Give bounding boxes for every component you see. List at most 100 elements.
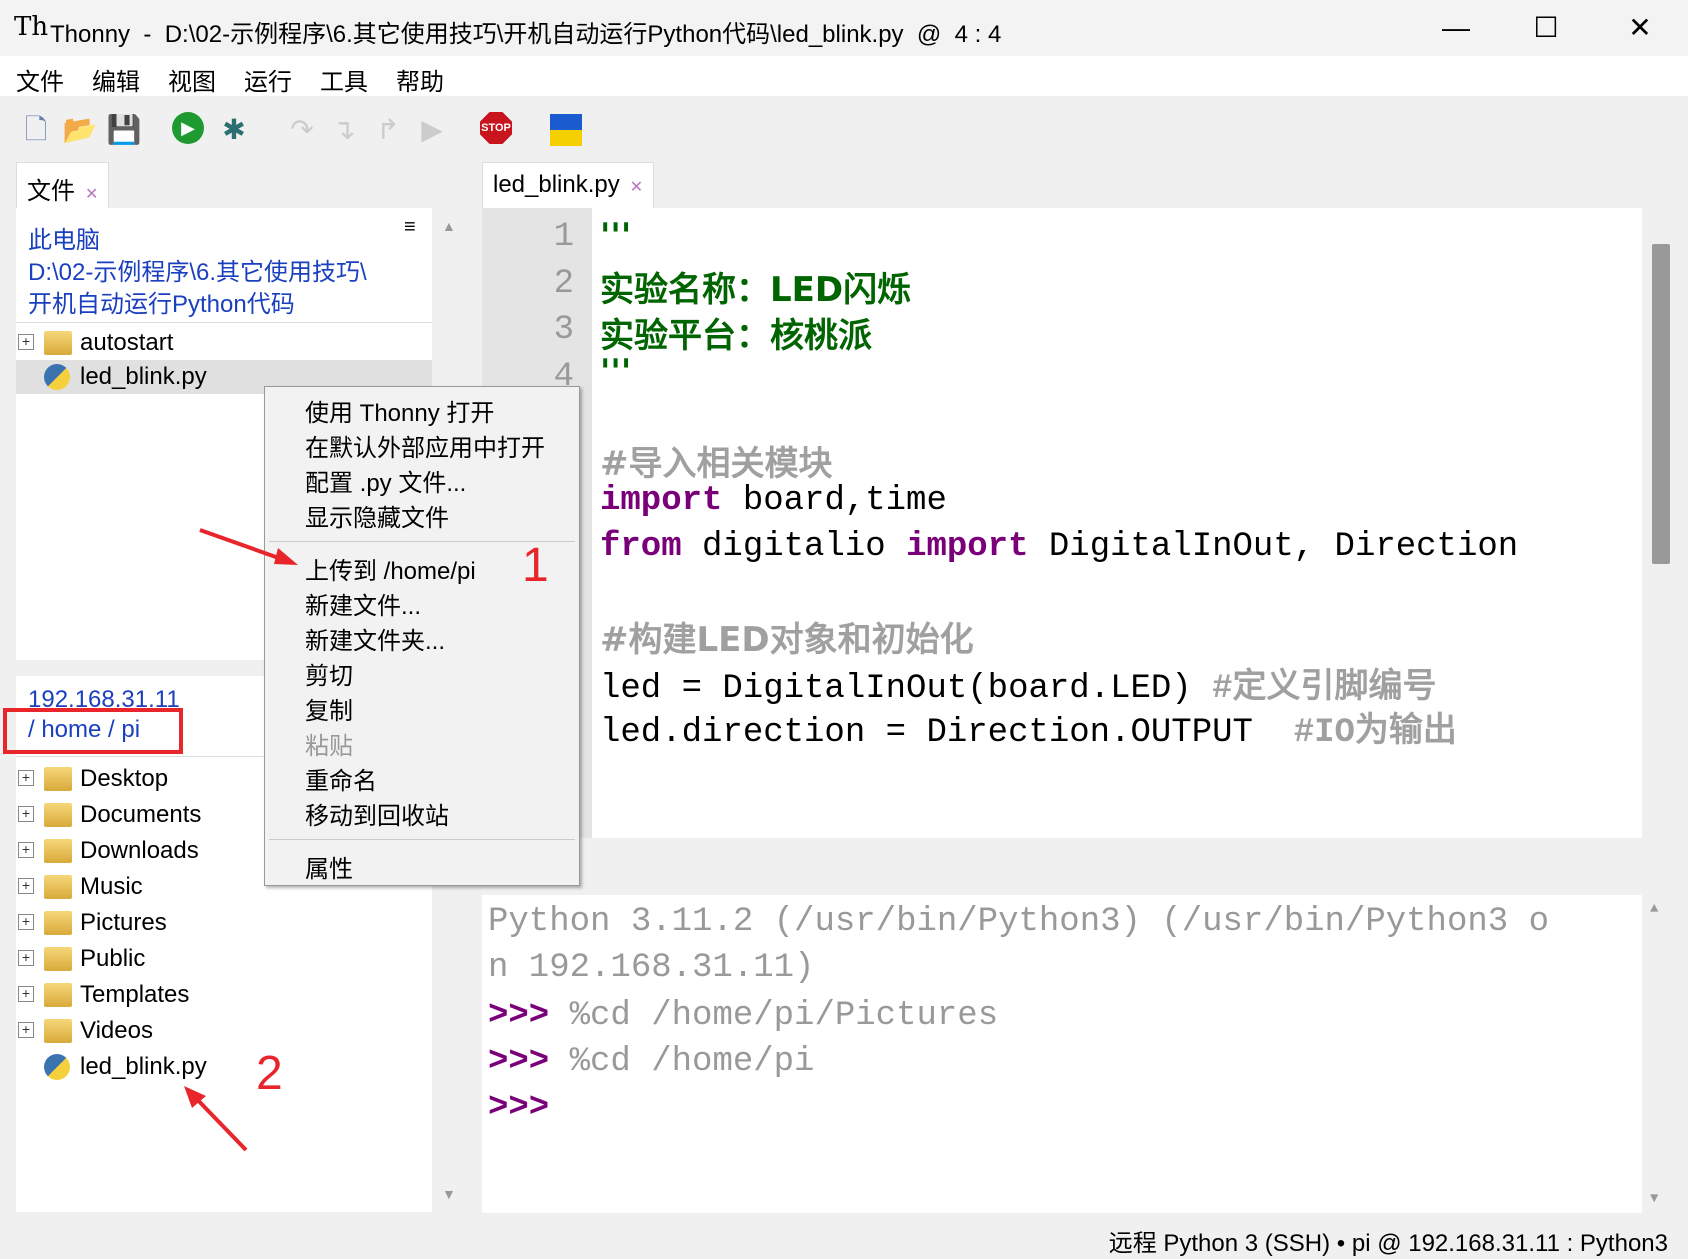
annotation-arrow-2 bbox=[184, 1086, 248, 1152]
expand-icon[interactable]: + bbox=[18, 986, 34, 1002]
panel-menu-icon[interactable]: ≡ bbox=[404, 216, 416, 239]
status-text[interactable]: 远程 Python 3 (SSH) • pi @ 192.168.31.11 :… bbox=[1109, 1223, 1668, 1258]
shell-output: Python 3.11.2 (/usr/bin/Python3) (/usr/b… bbox=[488, 903, 1549, 941]
menu-view[interactable]: 视图 bbox=[168, 62, 216, 97]
item-label: Music bbox=[80, 873, 143, 900]
code-comment: #构建LED对象和初始化 bbox=[600, 620, 974, 660]
python-file-icon bbox=[44, 1054, 70, 1080]
item-label: led_blink.py bbox=[80, 363, 207, 390]
shell-command: %cd /home/pi/Pictures bbox=[549, 997, 999, 1035]
maximize-button[interactable]: ☐ bbox=[1516, 8, 1576, 48]
close-button[interactable]: ✕ bbox=[1610, 8, 1670, 48]
shell-scrollbar[interactable]: ▲ ▼ bbox=[1642, 895, 1672, 1213]
shell-prompt[interactable]: >>> bbox=[488, 1089, 549, 1127]
code-line: 实验平台：核桃派 bbox=[600, 316, 872, 356]
folder-icon bbox=[44, 875, 72, 899]
tree-item-autostart[interactable]: + autostart bbox=[16, 326, 432, 360]
code-line: 实验名称：LED闪烁 bbox=[600, 270, 912, 310]
step-into-icon[interactable]: ↴ bbox=[326, 112, 362, 148]
expand-icon[interactable]: + bbox=[18, 842, 34, 858]
line-number: 1 bbox=[553, 218, 574, 256]
minimize-button[interactable]: — bbox=[1426, 8, 1486, 48]
menu-file[interactable]: 文件 bbox=[16, 62, 64, 97]
expand-icon[interactable]: + bbox=[18, 334, 34, 350]
menu-bar: 文件 编辑 视图 运行 工具 帮助 bbox=[0, 56, 1688, 96]
tab-led-blink[interactable]: led_blink.py ✕ bbox=[482, 162, 655, 208]
context-menu-item[interactable]: 显示隐藏文件 bbox=[305, 498, 449, 533]
thonny-logo-icon: Th bbox=[14, 12, 49, 42]
folder-icon bbox=[44, 839, 72, 863]
expand-icon[interactable]: + bbox=[18, 1022, 34, 1038]
window-title: Thonny - D:\02-示例程序\6.其它使用技巧\开机自动运行Pytho… bbox=[50, 21, 1002, 48]
folder-icon bbox=[44, 803, 72, 827]
save-icon[interactable]: 💾 bbox=[106, 112, 142, 148]
annotation-number: 1 bbox=[522, 539, 549, 592]
annotation-number: 2 bbox=[256, 1047, 283, 1100]
item-label: autostart bbox=[80, 329, 174, 356]
step-out-icon[interactable]: ↱ bbox=[370, 112, 406, 148]
expand-icon[interactable]: + bbox=[18, 878, 34, 894]
tree-item[interactable]: + Public bbox=[16, 942, 432, 976]
menu-separator bbox=[269, 839, 575, 840]
context-menu-item[interactable]: 在默认外部应用中打开 bbox=[305, 428, 545, 463]
local-path-link[interactable]: D:\02-示例程序\6.其它使用技巧\ bbox=[28, 252, 367, 287]
code-editor[interactable]: 123456789101112 ''' 实验名称：LED闪烁 实验平台：核桃派 … bbox=[482, 208, 1672, 838]
editor-scrollbar[interactable] bbox=[1642, 208, 1672, 838]
tree-item[interactable]: + Pictures bbox=[16, 906, 432, 940]
code-line: ''' bbox=[600, 352, 632, 392]
stop-icon[interactable]: STOP bbox=[480, 112, 512, 144]
step-over-icon[interactable]: ↷ bbox=[284, 112, 320, 148]
line-number: 3 bbox=[553, 311, 574, 349]
local-title-link[interactable]: 此电脑 bbox=[28, 220, 100, 255]
debug-bug-icon[interactable]: ✱ bbox=[216, 112, 252, 148]
scroll-thumb[interactable] bbox=[1652, 244, 1670, 564]
run-icon[interactable]: ▶ bbox=[172, 112, 204, 144]
folder-icon bbox=[44, 983, 72, 1007]
context-menu-item[interactable]: 复制 bbox=[305, 691, 353, 726]
item-label: Templates bbox=[80, 981, 190, 1008]
expand-icon[interactable]: + bbox=[18, 950, 34, 966]
tree-item[interactable]: led_blink.py bbox=[16, 1050, 432, 1084]
context-menu-item[interactable]: 移动到回收站 bbox=[305, 796, 449, 831]
folder-icon bbox=[44, 331, 72, 355]
code-line: led.direction = Direction.OUTPUT #IO为输出 bbox=[600, 714, 1457, 752]
context-menu-item[interactable]: 属性 bbox=[305, 849, 353, 884]
tab-files[interactable]: 文件 ✕ bbox=[16, 162, 110, 208]
menu-edit[interactable]: 编辑 bbox=[92, 62, 140, 97]
shell-panel[interactable]: Python 3.11.2 (/usr/bin/Python3) (/usr/b… bbox=[482, 895, 1672, 1213]
context-menu-item[interactable]: 重命名 bbox=[305, 761, 377, 796]
line-number: 2 bbox=[553, 264, 574, 303]
menu-run[interactable]: 运行 bbox=[244, 62, 292, 97]
item-label: Videos bbox=[80, 1017, 153, 1044]
context-menu-item[interactable]: 新建文件... bbox=[305, 586, 421, 621]
shell-command: %cd /home/pi bbox=[549, 1043, 815, 1081]
expand-icon[interactable]: + bbox=[18, 770, 34, 786]
item-label: Pictures bbox=[80, 909, 167, 936]
local-path-link[interactable]: 开机自动运行Python代码 bbox=[28, 284, 295, 319]
context-menu-item[interactable]: 上传到 /home/pi bbox=[305, 551, 476, 586]
new-file-icon[interactable]: 🗋 bbox=[18, 112, 54, 148]
context-menu-item[interactable]: 新建文件夹... bbox=[305, 621, 445, 656]
folder-icon bbox=[44, 947, 72, 971]
item-label: Desktop bbox=[80, 765, 169, 792]
tree-item[interactable]: + Templates bbox=[16, 978, 432, 1012]
context-menu-item[interactable]: 粘贴 bbox=[305, 726, 353, 761]
annotation-highlight-box bbox=[3, 708, 183, 754]
menu-help[interactable]: 帮助 bbox=[396, 62, 444, 97]
close-tab-icon[interactable]: ✕ bbox=[85, 186, 98, 203]
expand-icon[interactable]: + bbox=[18, 806, 34, 822]
context-menu-item[interactable]: 配置 .py 文件... bbox=[305, 463, 466, 498]
folder-icon bbox=[44, 911, 72, 935]
expand-icon[interactable]: + bbox=[18, 914, 34, 930]
tree-item[interactable]: + Videos bbox=[16, 1014, 432, 1048]
ukraine-flag-icon[interactable] bbox=[550, 114, 582, 146]
context-menu-item[interactable]: 剪切 bbox=[305, 656, 353, 691]
menu-tools[interactable]: 工具 bbox=[320, 62, 368, 97]
status-bar: 远程 Python 3 (SSH) • pi @ 192.168.31.11 :… bbox=[0, 1215, 1688, 1259]
close-tab-icon[interactable]: ✕ bbox=[630, 179, 643, 196]
context-menu-item[interactable]: 使用 Thonny 打开 bbox=[305, 393, 494, 428]
item-label: Public bbox=[80, 945, 146, 972]
tab-editor-label: led_blink.py bbox=[493, 171, 620, 198]
open-file-icon[interactable]: 📂 bbox=[62, 112, 98, 148]
resume-icon[interactable]: ▶ bbox=[414, 112, 450, 148]
